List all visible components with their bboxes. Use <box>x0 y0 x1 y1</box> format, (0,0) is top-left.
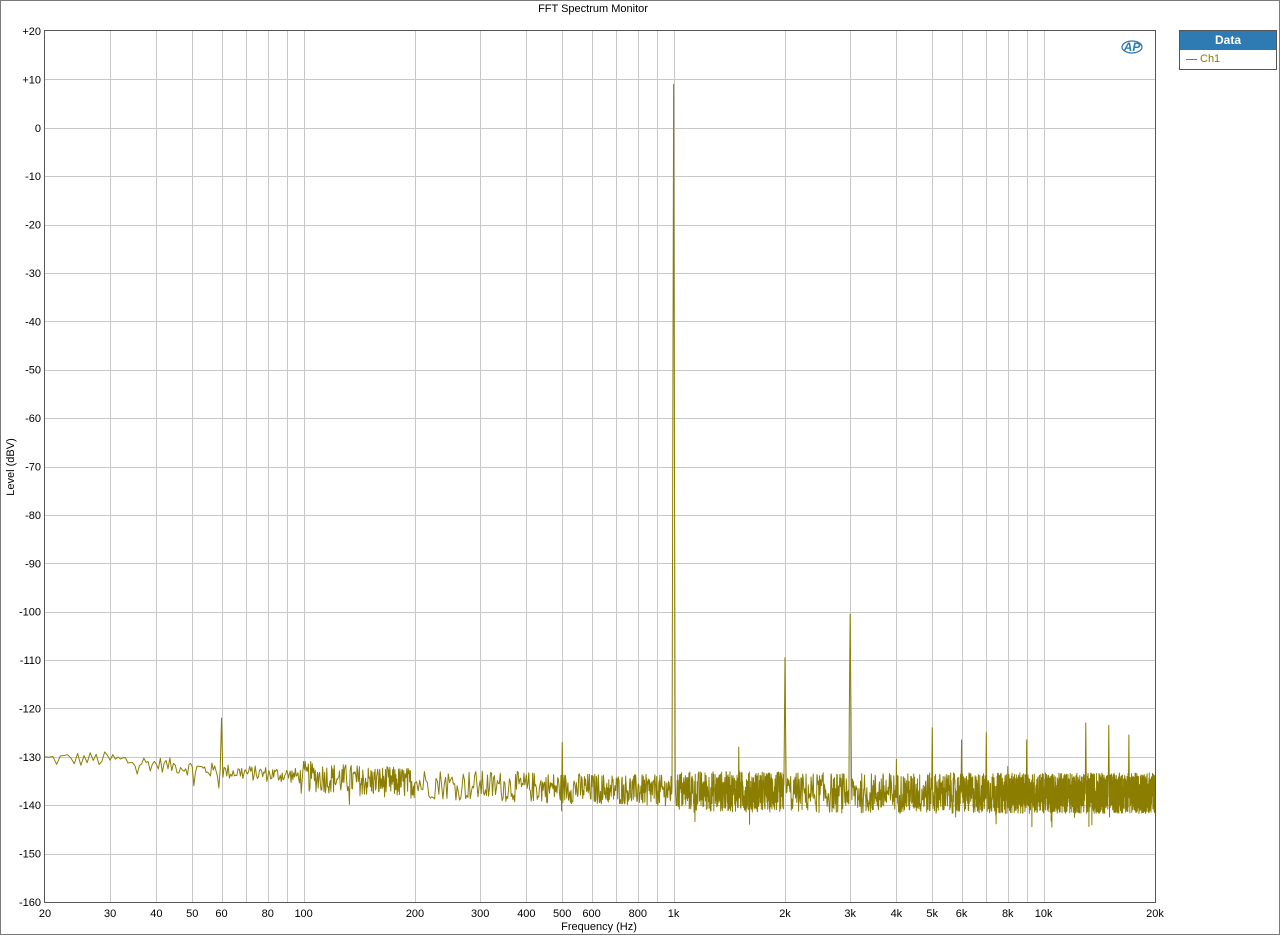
x-tick-label: 4k <box>891 908 903 920</box>
x-tick-label: 6k <box>956 908 968 920</box>
x-tick-label: 8k <box>1002 908 1014 920</box>
x-tick-label: 100 <box>294 908 312 920</box>
y-tick-label: -90 <box>25 558 41 570</box>
y-tick-label: -70 <box>25 462 41 474</box>
y-tick-label: -20 <box>25 220 41 232</box>
y-tick-label: 0 <box>35 123 41 135</box>
series-line-ch1 <box>45 84 1155 827</box>
x-tick-label: 80 <box>262 908 274 920</box>
y-tick-label: +10 <box>22 74 41 86</box>
x-tick-label: 60 <box>215 908 227 920</box>
x-tick-label: 800 <box>629 908 647 920</box>
y-tick-label: -50 <box>25 365 41 377</box>
y-axis-title: Level (dBV) <box>5 438 17 495</box>
x-tick-label: 300 <box>471 908 489 920</box>
x-tick-label: 10k <box>1035 908 1053 920</box>
legend-header: Data <box>1180 31 1276 50</box>
y-tick-label: -80 <box>25 510 41 522</box>
y-tick-label: -140 <box>19 800 41 812</box>
y-tick-label: +20 <box>22 26 41 38</box>
grid-lines <box>45 31 1155 902</box>
legend-item-label: Ch1 <box>1200 53 1220 65</box>
y-tick-label: -150 <box>19 849 41 861</box>
y-tick-label: -40 <box>25 316 41 328</box>
y-tick-label: -120 <box>19 703 41 715</box>
x-tick-label: 5k <box>926 908 938 920</box>
x-tick-labels: 20 30 40 50 60 80 100 200 300 400 500 600 800 1k 2k 3k 4… <box>39 908 1164 920</box>
y-tick-label: -160 <box>19 897 41 909</box>
x-tick-label: 50 <box>186 908 198 920</box>
chart-title: FFT Spectrum Monitor <box>538 3 648 15</box>
y-tick-label: -130 <box>19 752 41 764</box>
x-tick-label: 30 <box>104 908 116 920</box>
chart-frame: FFT Spectrum Monitor 20 30 40 50 60 80 100 200 3… <box>0 0 1280 935</box>
y-tick-label: -30 <box>25 268 41 280</box>
y-tick-label: -110 <box>20 655 41 667</box>
y-tick-labels: +20 +10 0 -10 -20 -30 -40 -50 -60 -70 -80 -90 -100 -1… <box>19 26 41 909</box>
legend-item-ch1[interactable]: Ch1 <box>1180 50 1276 68</box>
x-tick-label: 40 <box>150 908 162 920</box>
y-tick-label: -100 <box>19 607 41 619</box>
x-axis-title: Frequency (Hz) <box>561 921 637 933</box>
legend-swatch <box>1186 59 1197 60</box>
ap-logo-icon: AP <box>1122 40 1142 54</box>
x-tick-label: 200 <box>406 908 424 920</box>
x-tick-label: 3k <box>844 908 856 920</box>
chart-canvas: FFT Spectrum Monitor 20 30 40 50 60 80 100 200 3… <box>1 1 1280 936</box>
legend: Data Ch1 <box>1179 30 1277 70</box>
svg-text:AP: AP <box>1123 40 1142 54</box>
x-tick-label: 1k <box>668 908 680 920</box>
x-tick-label: 500 <box>553 908 571 920</box>
y-tick-label: -60 <box>25 413 41 425</box>
x-tick-label: 20k <box>1146 908 1164 920</box>
series-layer <box>45 84 1155 827</box>
x-tick-label: 600 <box>582 908 600 920</box>
x-tick-label: 400 <box>517 908 535 920</box>
y-tick-label: -10 <box>25 171 41 183</box>
x-tick-label: 2k <box>779 908 791 920</box>
x-tick-label: 20 <box>39 908 51 920</box>
